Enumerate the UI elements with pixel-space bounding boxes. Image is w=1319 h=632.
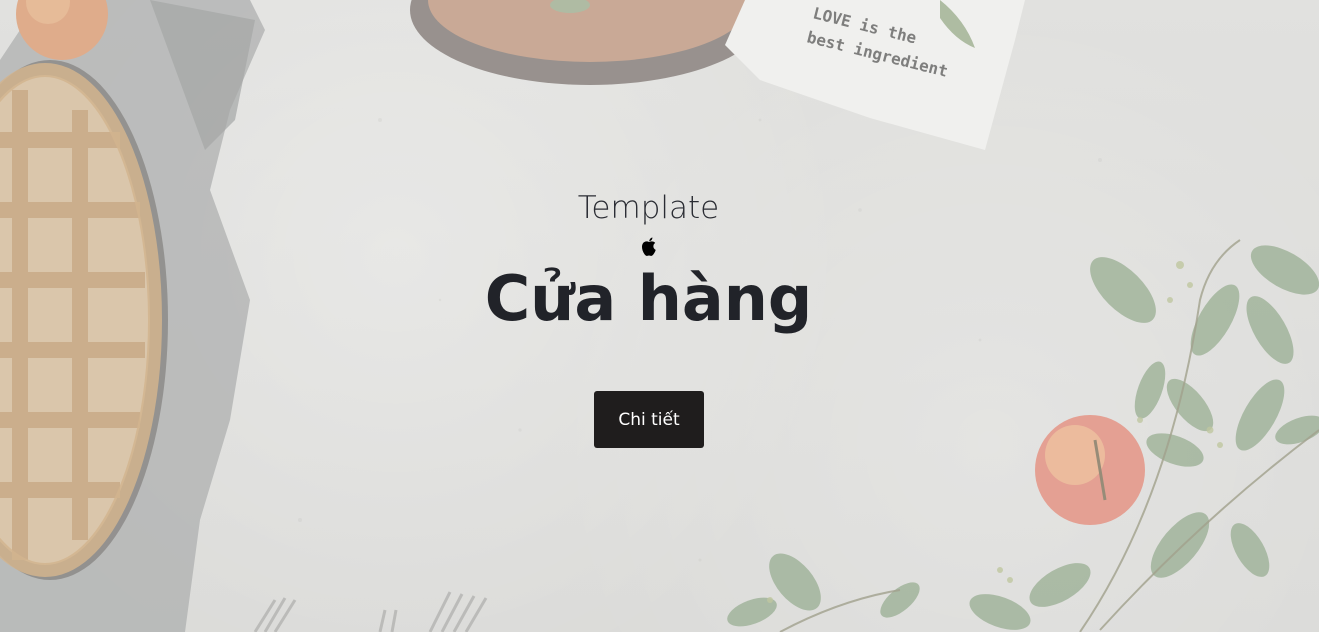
hero-title: Cửa hàng <box>484 262 813 335</box>
hero-content: Template Cửa hàng Chi tiết <box>0 0 1319 632</box>
apple-icon <box>641 237 656 256</box>
details-button[interactable]: Chi tiết <box>594 391 704 448</box>
hero-section: LOVE is the best ingredient Template Cửa… <box>0 0 1319 632</box>
hero-eyebrow: Template <box>577 190 720 226</box>
